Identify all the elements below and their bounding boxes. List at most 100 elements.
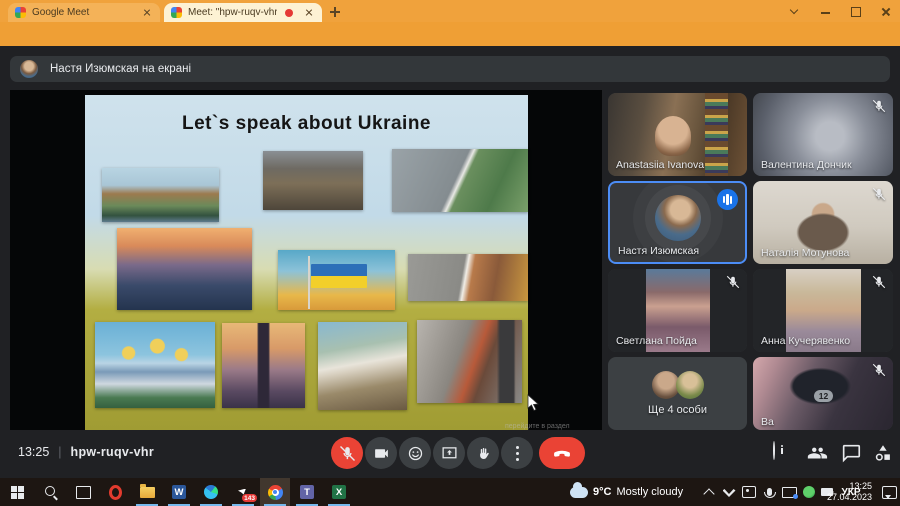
slide-photo-cathedral: [95, 322, 215, 408]
mic-off-icon: [872, 187, 886, 201]
taskbar-opera[interactable]: [100, 478, 130, 506]
display-icon: [782, 487, 797, 498]
participant-tile[interactable]: Валентина Дончик: [753, 93, 893, 176]
mic-toggle-button[interactable]: [331, 437, 363, 469]
taskbar-teams[interactable]: T: [292, 478, 322, 506]
more-participants-tile[interactable]: Ще 4 особи: [608, 357, 747, 430]
smile-icon: [407, 445, 424, 462]
reactions-button[interactable]: [399, 437, 431, 469]
chrome-icon: [268, 485, 283, 500]
clock-time: 13:25: [827, 481, 872, 492]
weather-cloud-icon: [570, 487, 588, 498]
slide-title: Let`s speak about Ukraine: [85, 113, 528, 135]
tray-antivirus[interactable]: [800, 478, 818, 506]
slide-photo-monument: [222, 323, 305, 408]
window-minimize-button[interactable]: [820, 6, 832, 18]
meeting-code: hpw-ruqv-vhr: [71, 445, 154, 459]
taskbar-excel[interactable]: X: [324, 478, 354, 506]
watermark-text: перейдите в раздел: [505, 423, 570, 430]
participant-tile[interactable]: Наталія Мотунова: [753, 181, 893, 264]
tray-show-hidden-icons[interactable]: [700, 478, 718, 506]
tray-network[interactable]: [720, 478, 738, 506]
taskbar-edge[interactable]: [196, 478, 226, 506]
chat-button[interactable]: [840, 442, 862, 464]
participant-tile[interactable]: Светлана Пойда: [608, 269, 747, 352]
action-center-button[interactable]: [880, 478, 898, 506]
clock-date: 27.04.2023: [827, 492, 872, 503]
mic-off-icon: [872, 275, 886, 289]
raise-hand-button[interactable]: [467, 437, 499, 469]
app-window-icon: [742, 486, 756, 498]
browser-tab-strip: Google Meet Meet: "hpw-ruqv-vhr": [0, 0, 900, 22]
tray-app-window[interactable]: [740, 478, 758, 506]
window-chevron-icon[interactable]: [788, 6, 800, 18]
people-icon: [806, 442, 828, 464]
participant-tile[interactable]: Анна Кучерявенко: [753, 269, 893, 352]
activities-button[interactable]: [872, 442, 894, 464]
end-call-button[interactable]: [539, 437, 585, 469]
folder-icon: [140, 487, 155, 498]
tab-close-icon[interactable]: [141, 7, 153, 19]
ukraine-flag: [311, 264, 367, 288]
mic-off-icon: [726, 275, 740, 289]
taskbar-search-button[interactable]: [36, 478, 66, 506]
opera-icon: [109, 485, 122, 500]
weather-temp: 9°C: [593, 486, 611, 498]
taskbar-telegram[interactable]: 143: [228, 478, 258, 506]
hand-icon: [475, 445, 492, 462]
window-maximize-button[interactable]: [850, 6, 862, 18]
participants-button[interactable]: [806, 442, 828, 464]
excel-icon: X: [332, 485, 346, 499]
taskbar-file-explorer[interactable]: [132, 478, 162, 506]
call-end-icon: [552, 443, 572, 463]
teams-icon: T: [300, 485, 314, 499]
tab-google-meet[interactable]: Google Meet: [8, 3, 160, 22]
tray-microphone[interactable]: [760, 478, 778, 506]
windows-logo-icon: [11, 486, 24, 499]
taskbar-chrome-active[interactable]: [260, 478, 290, 506]
windows-taskbar: W 143 T X 9°C Mostly cloudy УКР 13:25 27…: [0, 478, 900, 506]
mic-off-icon: [872, 99, 886, 113]
presentation-stage: Let`s speak about Ukraine перейдите в ра…: [10, 90, 602, 430]
meeting-details-button[interactable]: [771, 442, 793, 464]
tab-close-icon[interactable]: [303, 7, 315, 19]
green-shield-icon: [803, 486, 815, 498]
mic-off-icon: [339, 445, 356, 462]
camera-toggle-button[interactable]: [365, 437, 397, 469]
browser-toolbar: meet.google.com/hpw-ruqv-vhr: [0, 22, 900, 46]
meet-control-bar: 13:25 | hpw-ruqv-vhr: [0, 430, 900, 478]
microphone-icon: [767, 488, 772, 496]
task-view-icon: [76, 486, 91, 499]
participant-name: Светлана Пойда: [616, 335, 697, 347]
present-button[interactable]: [433, 437, 465, 469]
participant-tile[interactable]: Anastasiia Ivanova: [608, 93, 747, 176]
start-button[interactable]: [2, 478, 32, 506]
task-view-button[interactable]: [68, 478, 98, 506]
taskbar-clock[interactable]: 13:25 27.04.2023: [827, 481, 872, 503]
participant-count-badge: 12: [814, 390, 833, 402]
meeting-info: 13:25 | hpw-ruqv-vhr: [18, 445, 154, 459]
tab-title: Meet: "hpw-ruqv-vhr": [188, 7, 277, 18]
taskbar-word[interactable]: W: [164, 478, 194, 506]
participant-name: Настя Изюмская: [618, 245, 699, 257]
participant-name: Anastasiia Ivanova: [616, 159, 704, 171]
more-options-button[interactable]: [501, 437, 533, 469]
bookshelf-background: [705, 93, 727, 176]
window-close-button[interactable]: [880, 6, 892, 18]
mouse-cursor: [527, 394, 539, 417]
presenting-banner-text: Настя Изюмская на екрані: [50, 63, 191, 75]
participant-tile-active-speaker[interactable]: Настя Изюмская: [608, 181, 747, 264]
taskbar-weather[interactable]: 9°C Mostly cloudy: [570, 478, 683, 506]
shared-slide: Let`s speak about Ukraine: [85, 95, 528, 430]
telegram-badge: 143: [242, 494, 257, 502]
participant-face: [655, 116, 691, 156]
slide-photo-torn-collage: [318, 322, 407, 410]
tab-meet-call[interactable]: Meet: "hpw-ruqv-vhr": [164, 3, 322, 22]
new-tab-button[interactable]: [328, 5, 342, 19]
clock-text: 13:25: [18, 445, 49, 459]
edge-icon: [204, 485, 218, 499]
mic-off-icon: [872, 363, 886, 377]
tray-display-share[interactable]: [780, 478, 798, 506]
presenter-avatar: [20, 60, 38, 78]
recording-dot-icon: [285, 9, 293, 17]
